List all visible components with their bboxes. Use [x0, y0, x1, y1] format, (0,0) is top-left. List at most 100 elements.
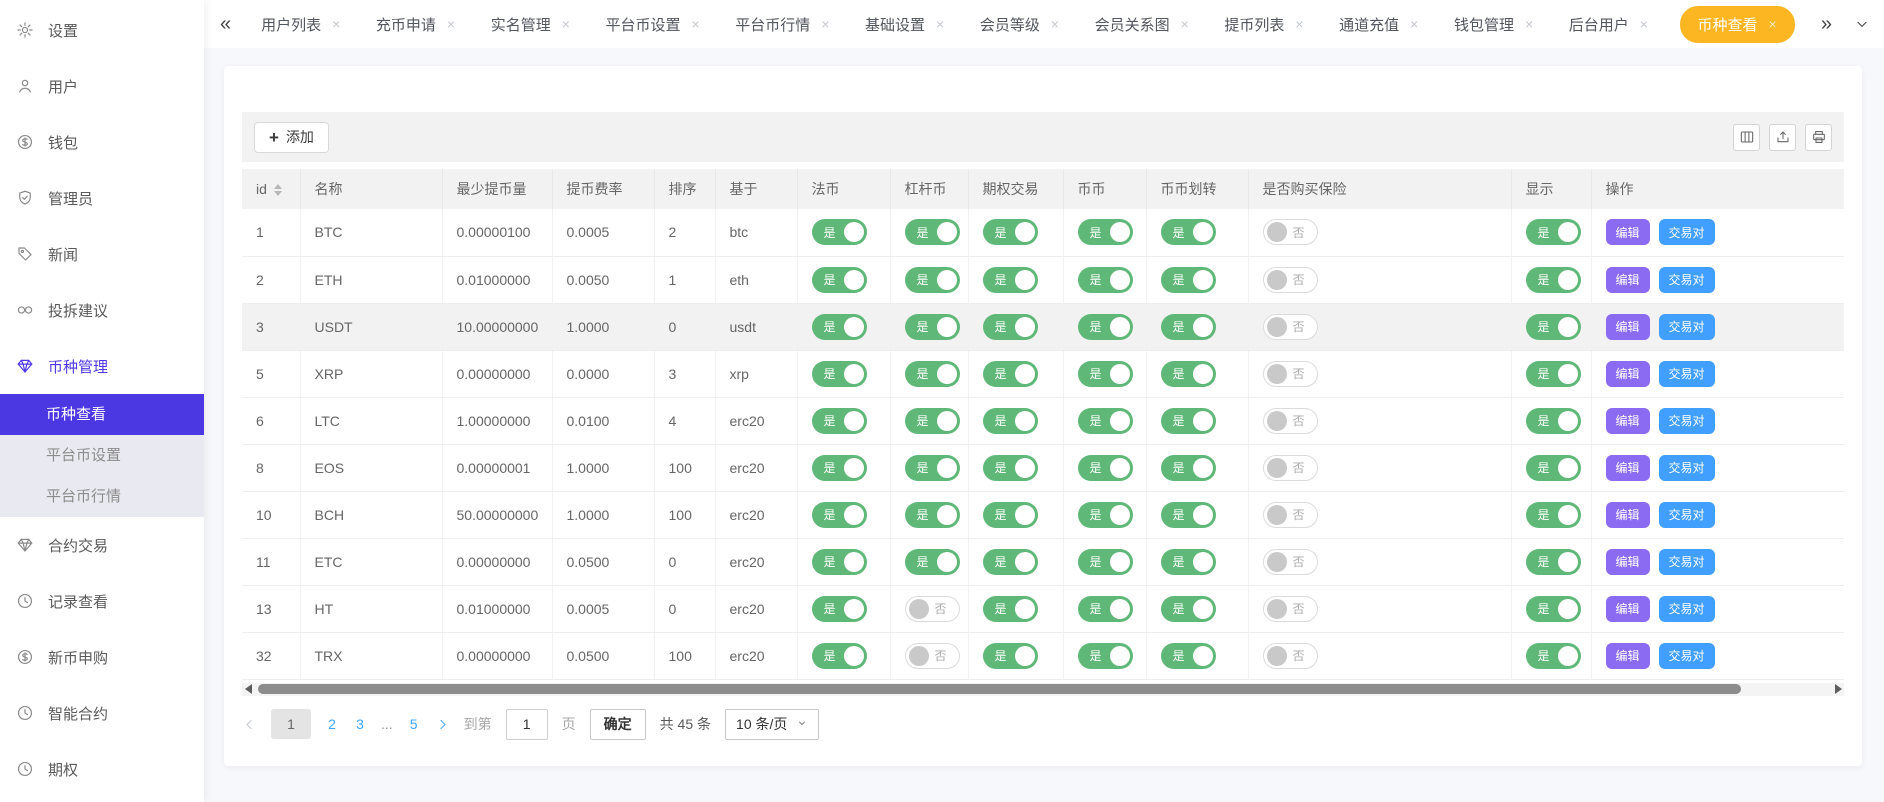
tab-close-icon[interactable]: ×	[1295, 17, 1303, 31]
toggle-on[interactable]: 是	[812, 643, 867, 669]
scrollbar-left-arrow[interactable]	[242, 684, 254, 695]
tab[interactable]: 提币列表×	[1220, 7, 1307, 42]
edit-button[interactable]: 编辑	[1606, 502, 1650, 528]
toggle-on[interactable]: 是	[1161, 408, 1216, 434]
toggle-on[interactable]: 是	[1161, 549, 1216, 575]
sidebar-item[interactable]: 期权	[0, 741, 204, 797]
page-link[interactable]: 2	[325, 709, 339, 739]
toggle-on[interactable]: 是	[983, 596, 1038, 622]
toggle-on[interactable]: 是	[1078, 455, 1133, 481]
toggle-on[interactable]: 是	[905, 267, 960, 293]
cols-icon-button[interactable]	[1733, 124, 1760, 151]
toggle-off[interactable]: 否	[1263, 219, 1318, 245]
current-page[interactable]: 1	[271, 709, 311, 739]
toggle-on[interactable]: 是	[905, 455, 960, 481]
toggle-on[interactable]: 是	[905, 549, 960, 575]
tab-close-icon[interactable]: ×	[1525, 17, 1533, 31]
tab[interactable]: 钱包管理×	[1450, 7, 1537, 42]
export-icon-button[interactable]	[1769, 124, 1796, 151]
tab[interactable]: 用户列表×	[257, 7, 344, 42]
trade-pair-button[interactable]: 交易对	[1659, 502, 1715, 528]
tab-close-icon[interactable]: ×	[1181, 17, 1189, 31]
toggle-on[interactable]: 是	[1161, 219, 1216, 245]
toggle-on[interactable]: 是	[983, 455, 1038, 481]
toggle-on[interactable]: 是	[983, 267, 1038, 293]
toggle-on[interactable]: 是	[1526, 502, 1581, 528]
toggle-on[interactable]: 是	[1526, 314, 1581, 340]
column-header[interactable]: id	[242, 169, 300, 209]
toggle-on[interactable]: 是	[1526, 455, 1581, 481]
trade-pair-button[interactable]: 交易对	[1659, 549, 1715, 575]
toggle-on[interactable]: 是	[812, 361, 867, 387]
toggle-on[interactable]: 是	[1526, 643, 1581, 669]
toggle-on[interactable]: 是	[1078, 267, 1133, 293]
next-page-button[interactable]	[435, 717, 450, 732]
toggle-on[interactable]: 是	[1078, 596, 1133, 622]
scrollbar-right-arrow[interactable]	[1832, 684, 1844, 695]
toggle-on[interactable]: 是	[983, 502, 1038, 528]
toggle-on[interactable]: 是	[1526, 219, 1581, 245]
toggle-on[interactable]: 是	[905, 361, 960, 387]
trade-pair-button[interactable]: 交易对	[1659, 361, 1715, 387]
toggle-on[interactable]: 是	[812, 408, 867, 434]
toggle-off[interactable]: 否	[1263, 361, 1318, 387]
toggle-on[interactable]: 是	[812, 455, 867, 481]
trade-pair-button[interactable]: 交易对	[1659, 455, 1715, 481]
sidebar-subitem[interactable]: 平台币行情	[0, 476, 204, 517]
tab[interactable]: 后台用户×	[1565, 7, 1652, 42]
toggle-on[interactable]: 是	[1078, 502, 1133, 528]
tab[interactable]: 充币申请×	[372, 7, 459, 42]
toggle-on[interactable]: 是	[1078, 361, 1133, 387]
toggle-on[interactable]: 是	[1078, 219, 1133, 245]
toggle-off[interactable]: 否	[1263, 455, 1318, 481]
trade-pair-button[interactable]: 交易对	[1659, 267, 1715, 293]
toggle-on[interactable]: 是	[1526, 549, 1581, 575]
toggle-on[interactable]: 是	[983, 314, 1038, 340]
prev-page-button[interactable]	[242, 717, 257, 732]
toggle-on[interactable]: 是	[1526, 267, 1581, 293]
sidebar-item[interactable]: 新币申购	[0, 629, 204, 685]
tab[interactable]: 会员等级×	[976, 7, 1063, 42]
sidebar-item[interactable]: 智能合约	[0, 685, 204, 741]
toggle-on[interactable]: 是	[812, 219, 867, 245]
tab-close-icon[interactable]: ×	[1410, 17, 1418, 31]
edit-button[interactable]: 编辑	[1606, 455, 1650, 481]
toggle-on[interactable]: 是	[812, 596, 867, 622]
tab-close-icon[interactable]: ×	[1769, 17, 1777, 31]
toggle-on[interactable]: 是	[1161, 267, 1216, 293]
print-icon-button[interactable]	[1805, 124, 1832, 151]
sidebar-item[interactable]: 管理员	[0, 170, 204, 226]
page-link[interactable]: 3	[353, 709, 367, 739]
toggle-off[interactable]: 否	[905, 596, 960, 622]
toggle-off[interactable]: 否	[1263, 549, 1318, 575]
edit-button[interactable]: 编辑	[1606, 643, 1650, 669]
page-link[interactable]: 5	[407, 709, 421, 739]
toggle-on[interactable]: 是	[983, 361, 1038, 387]
tab-close-icon[interactable]: ×	[447, 17, 455, 31]
sidebar-item[interactable]: 记录查看	[0, 573, 204, 629]
tab-close-icon[interactable]: ×	[332, 17, 340, 31]
sidebar-item[interactable]: 投拆建议	[0, 282, 204, 338]
trade-pair-button[interactable]: 交易对	[1659, 408, 1715, 434]
tab-close-icon[interactable]: ×	[562, 17, 570, 31]
trade-pair-button[interactable]: 交易对	[1659, 596, 1715, 622]
toggle-on[interactable]: 是	[1078, 643, 1133, 669]
edit-button[interactable]: 编辑	[1606, 314, 1650, 340]
edit-button[interactable]: 编辑	[1606, 361, 1650, 387]
toggle-off[interactable]: 否	[1263, 267, 1318, 293]
trade-pair-button[interactable]: 交易对	[1659, 314, 1715, 340]
edit-button[interactable]: 编辑	[1606, 596, 1650, 622]
toggle-on[interactable]: 是	[1161, 455, 1216, 481]
toggle-on[interactable]: 是	[1161, 314, 1216, 340]
sidebar-item[interactable]: 合约交易	[0, 517, 204, 573]
tab[interactable]: 通道充值×	[1335, 7, 1422, 42]
edit-button[interactable]: 编辑	[1606, 408, 1650, 434]
toggle-on[interactable]: 是	[1161, 596, 1216, 622]
toggle-on[interactable]: 是	[1161, 502, 1216, 528]
edit-button[interactable]: 编辑	[1606, 549, 1650, 575]
edit-button[interactable]: 编辑	[1606, 219, 1650, 245]
tab-menu-chevron-down-icon[interactable]	[1854, 16, 1870, 32]
toggle-on[interactable]: 是	[905, 408, 960, 434]
trade-pair-button[interactable]: 交易对	[1659, 643, 1715, 669]
sidebar-subitem[interactable]: 币种查看	[0, 394, 204, 435]
